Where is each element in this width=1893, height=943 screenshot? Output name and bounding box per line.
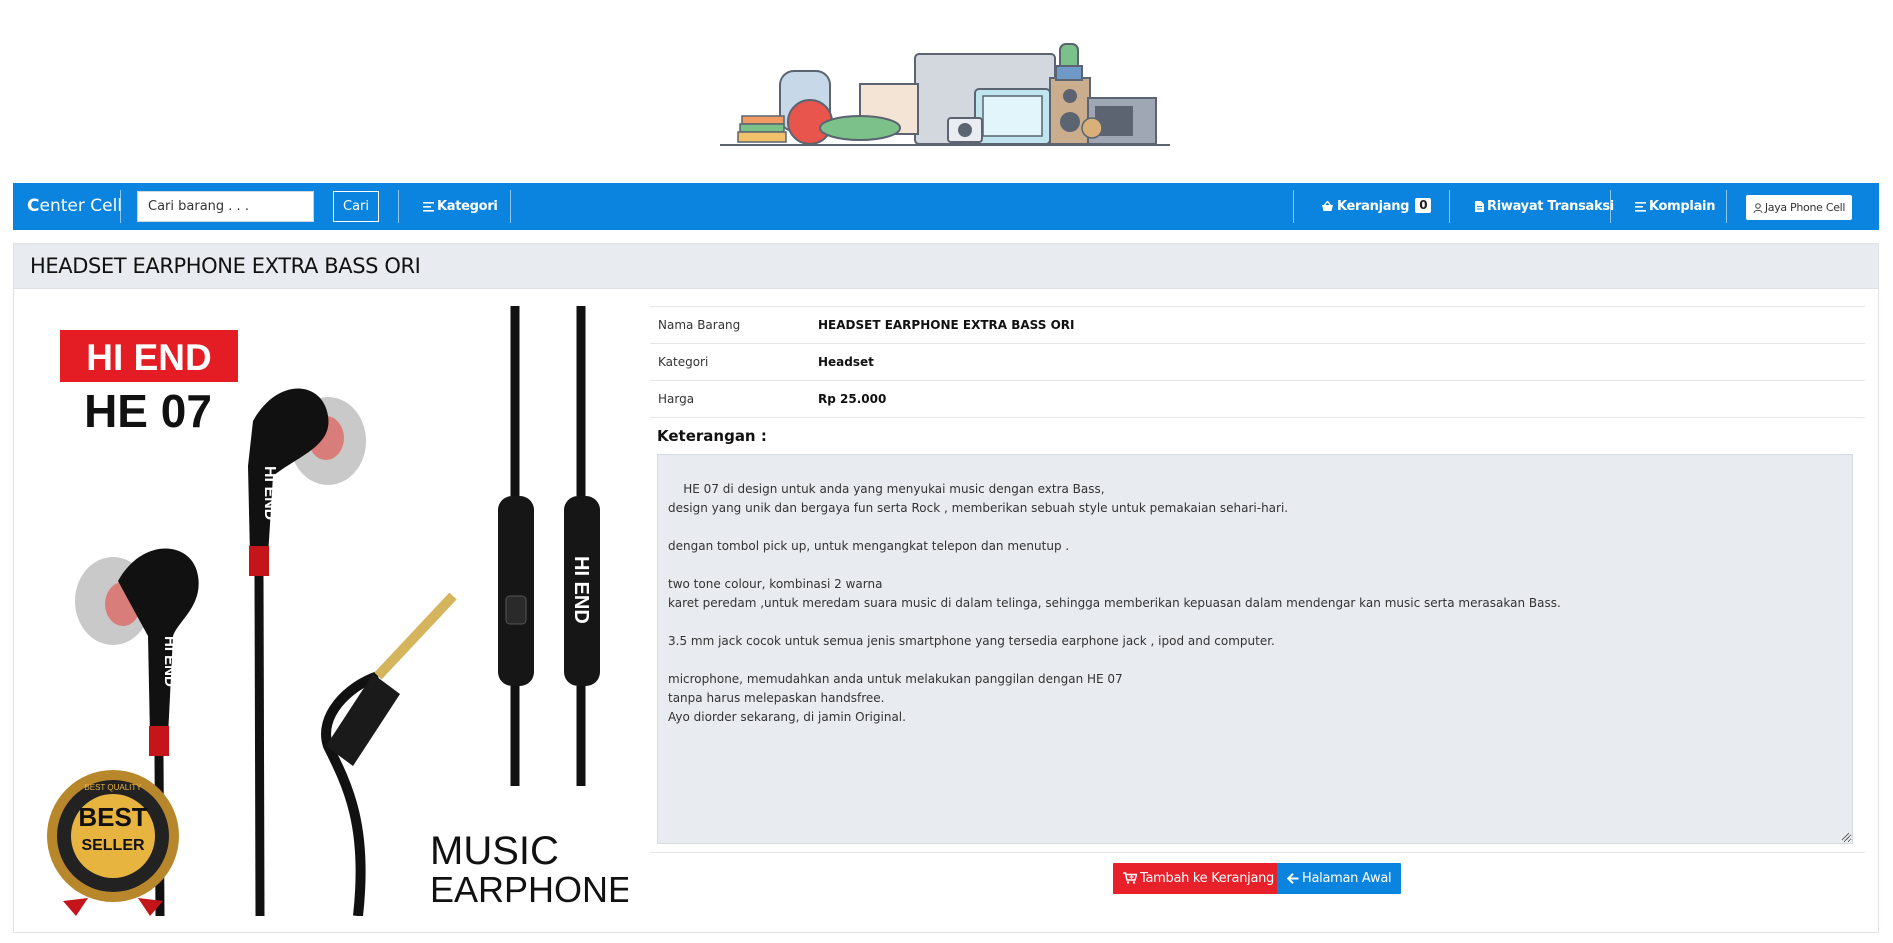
user-account-button[interactable]: Jaya Phone Cell xyxy=(1746,195,1852,220)
product-card: HEADSET EARPHONE EXTRA BASS ORI HI END H… xyxy=(13,243,1879,933)
table-row: Nama Barang HEADSET EARPHONE EXTRA BASS … xyxy=(650,306,1865,344)
nav-divider xyxy=(1293,190,1294,223)
komplain-link[interactable]: Komplain xyxy=(1635,183,1715,230)
mic-remote xyxy=(498,496,534,686)
table-row: Kategori Headset xyxy=(650,343,1865,381)
detail-label: Nama Barang xyxy=(650,306,810,344)
keterangan-textarea[interactable]: HE 07 di design untuk anda yang menyukai… xyxy=(657,454,1853,844)
user-icon xyxy=(1753,203,1763,214)
earbud-label: HI END xyxy=(161,636,178,687)
divider xyxy=(650,852,1865,853)
detail-value: HEADSET EARPHONE EXTRA BASS ORI xyxy=(810,306,1865,344)
home-label: Halaman Awal xyxy=(1302,871,1392,886)
riwayat-label: Riwayat Transaksi xyxy=(1487,199,1614,214)
nav-divider xyxy=(398,190,399,223)
add-to-cart-label: Tambah ke Keranjang xyxy=(1140,871,1274,886)
model-text: HE 07 xyxy=(84,385,212,437)
table-row: Harga Rp 25.000 xyxy=(650,380,1865,418)
brand-name: enter Cell xyxy=(39,196,123,216)
nav-divider xyxy=(510,190,511,223)
keranjang-link[interactable]: Keranjang 0 xyxy=(1321,183,1432,230)
kategori-label: Kategori xyxy=(437,199,498,214)
nav-divider xyxy=(1449,190,1450,223)
seal-ring-text: BEST QUALITY xyxy=(84,783,142,792)
detail-label: Harga xyxy=(650,380,810,418)
caption-line-1: MUSIC xyxy=(430,829,559,873)
document-icon xyxy=(1475,201,1484,212)
nav-divider xyxy=(1726,190,1727,223)
caption-line-2: EARPHONE xyxy=(430,869,628,910)
detail-label: Kategori xyxy=(650,343,810,381)
product-image: HI END HE 07 HI END HI END HI END BEST S… xyxy=(28,306,628,916)
arrow-left-icon xyxy=(1286,873,1299,884)
cart-count-badge: 0 xyxy=(1415,198,1432,213)
card-header: HEADSET EARPHONE EXTRA BASS ORI xyxy=(14,244,1878,289)
resize-handle-icon[interactable] xyxy=(1841,832,1850,841)
kategori-menu[interactable]: Kategori xyxy=(423,183,498,230)
list-icon xyxy=(423,202,434,212)
banner xyxy=(0,0,1893,183)
home-button[interactable]: Halaman Awal xyxy=(1277,863,1402,894)
remote-label: HI END xyxy=(570,556,592,624)
navbar: Center Cell Cari Kategori Keranjang 0 Riw… xyxy=(13,183,1879,230)
user-name: Jaya Phone Cell xyxy=(1764,201,1846,214)
seal-text-bottom: SELLER xyxy=(81,837,145,854)
list-icon xyxy=(1635,202,1646,212)
store-illustration xyxy=(720,43,1170,146)
search-button[interactable]: Cari xyxy=(333,191,379,222)
detail-value: Headset xyxy=(810,343,1865,381)
keterangan-label: Keterangan : xyxy=(657,427,767,445)
cart-plus-icon xyxy=(1123,872,1138,884)
seal-text-top: BEST xyxy=(78,802,147,832)
basket-icon xyxy=(1322,200,1333,211)
keranjang-label: Keranjang xyxy=(1337,199,1410,214)
detail-value: Rp 25.000 xyxy=(810,380,1865,418)
search-input[interactable] xyxy=(137,191,314,222)
brand-initial: C xyxy=(27,196,40,216)
komplain-label: Komplain xyxy=(1649,199,1716,214)
brand-badge-text: HI END xyxy=(86,337,211,378)
earbud-label: HI END xyxy=(261,466,278,520)
add-to-cart-button[interactable]: Tambah ke Keranjang xyxy=(1113,863,1284,894)
riwayat-transaksi-link[interactable]: Riwayat Transaksi xyxy=(1475,183,1614,230)
product-title: HEADSET EARPHONE EXTRA BASS ORI xyxy=(30,254,421,278)
product-details-table: Nama Barang HEADSET EARPHONE EXTRA BASS … xyxy=(650,306,1865,418)
nav-divider xyxy=(1610,190,1611,223)
keterangan-text: HE 07 di design untuk anda yang menyukai… xyxy=(668,482,1561,724)
nav-divider xyxy=(120,190,121,223)
brand-logo[interactable]: Center Cell xyxy=(27,183,122,230)
